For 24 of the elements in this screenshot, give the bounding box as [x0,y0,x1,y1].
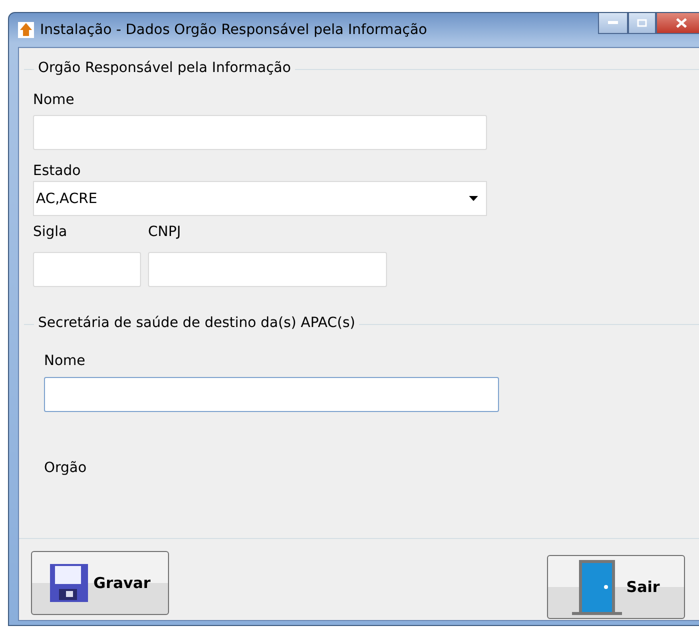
state-dropdown[interactable]: AC,ACRE [33,181,487,216]
door-icon [572,559,622,615]
save-button[interactable]: Gravar [31,551,169,615]
exit-button[interactable]: Sair [547,555,685,619]
maximize-icon [637,19,647,27]
app-icon [18,22,34,38]
field-label: Orgão [44,459,88,478]
group-title: Orgão Responsável pela Informação [34,60,295,76]
name-input[interactable] [44,377,499,412]
minimize-button[interactable] [598,13,628,34]
maximize-button[interactable] [628,13,656,34]
sigla-input[interactable] [33,252,141,287]
field-label: Sigla [33,223,68,242]
close-button[interactable] [656,13,699,34]
field-label: Nome [44,352,86,371]
group-title: Secretária de saúde de destino da(s) APAC(s) [34,315,360,331]
window-title: Instalação - Dados Orgão Responsável pela Informação [40,22,428,38]
caret-icon [469,196,478,201]
field-label: CNPJ [148,223,182,242]
close-icon [676,18,686,28]
minimize-icon [608,21,618,25]
field-label: Estado [33,162,82,181]
field-label: Nome [33,91,76,110]
cnpj-input[interactable] [148,252,387,287]
